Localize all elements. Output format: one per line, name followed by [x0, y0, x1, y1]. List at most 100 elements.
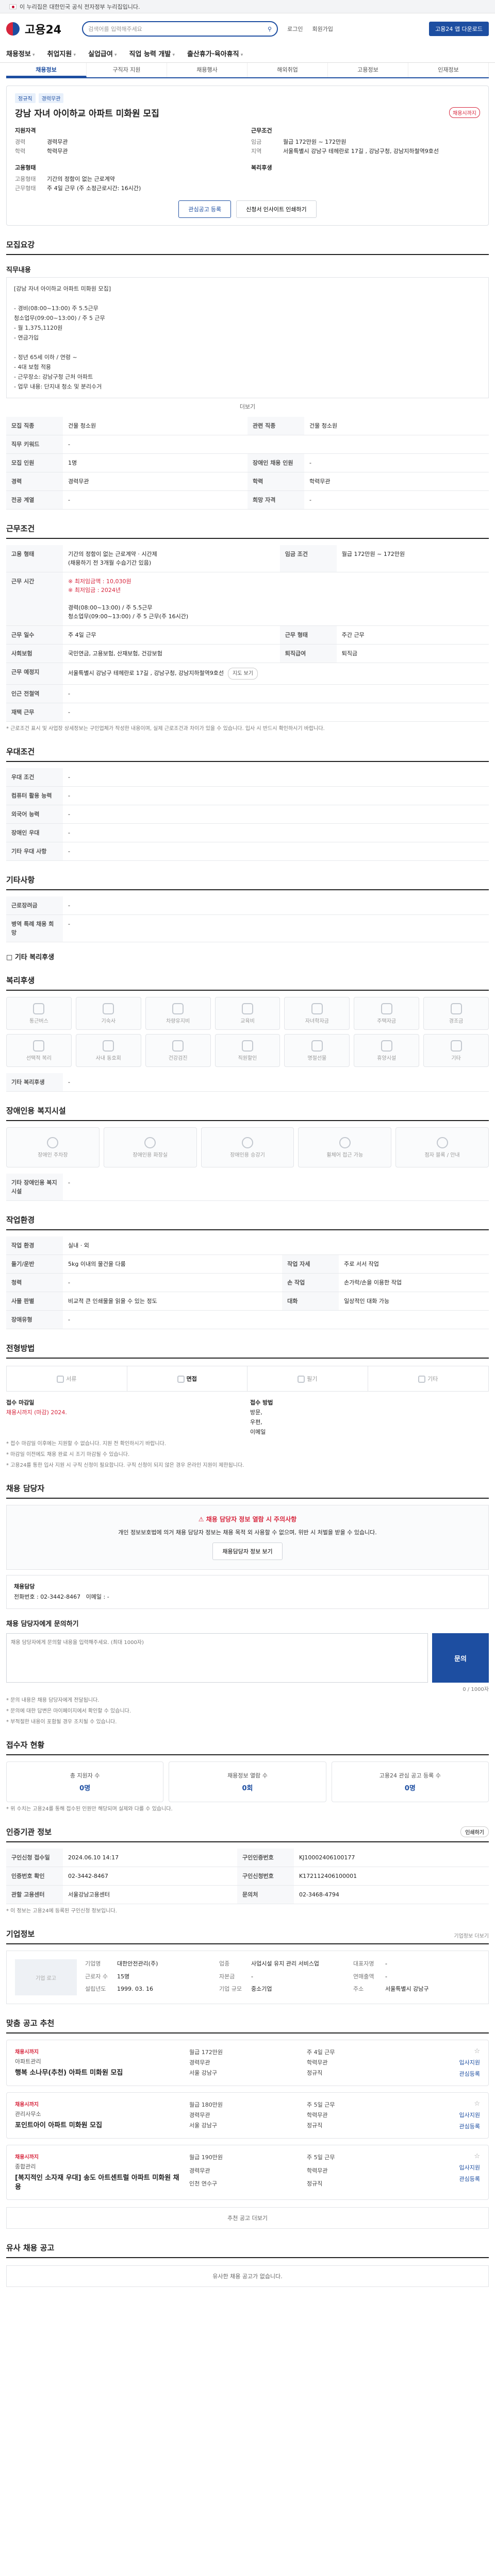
label: 병역 특례 채용 희망	[6, 914, 63, 942]
label: 근로장려금	[6, 896, 63, 915]
rec-apply-link[interactable]: 입사지원	[459, 2111, 480, 2119]
work-environment-table: 작업 환경 실내 · 외 들기/운반 5kg 이내의 물건을 다룸 작업 자세 주로 서…	[6, 1236, 489, 1329]
welfare-heading: 복리후생	[251, 164, 272, 171]
section-title: 모집요강	[6, 239, 489, 255]
remote-work: -	[63, 703, 489, 722]
label: 근무 시간	[6, 572, 63, 626]
value: 서울강남고용센터	[63, 1885, 237, 1904]
login-link[interactable]: 로그인	[287, 25, 303, 33]
subnav-item-talent[interactable]: 인재정보	[408, 63, 489, 77]
site-logo[interactable]: 고용24	[25, 21, 61, 37]
process-step: 면접	[127, 1366, 248, 1391]
star-icon[interactable]: ☆	[474, 2153, 480, 2160]
gnb-item-leave[interactable]: 출산휴가·육아휴직	[187, 48, 243, 58]
gnb-item-training[interactable]: 직업 능력 개발	[129, 48, 175, 58]
rec-title[interactable]: 행복 소나무(추천) 아파트 미화원 모집	[15, 2069, 180, 2078]
rec-tag: 채용시까지	[15, 2049, 39, 2055]
value: -	[304, 490, 489, 510]
section-title: 장애인용 복지시설	[6, 1105, 489, 1121]
search-icon[interactable]: ⚲	[268, 26, 272, 32]
step-label: 필기	[307, 1376, 318, 1382]
rec-info: 월급 190만원	[189, 2154, 223, 2161]
print-button[interactable]: 신청서 인사이트 인쇄하기	[236, 200, 317, 218]
stat-value: 0명	[79, 1785, 91, 1792]
retirement: 퇴직금	[336, 644, 489, 663]
rec-info: 월급 180만원	[189, 2102, 223, 2108]
social-insurance: 국민연금, 고용보험, 산재보험, 건강보험	[63, 644, 280, 663]
label: 모집 인원	[6, 453, 63, 472]
rec-apply-link[interactable]: 입사지원	[459, 2163, 480, 2172]
recommended-job[interactable]: 채용시까지 관리사무소 포인트아이 아파트 미화원 모집 월급 180만원 주 …	[6, 2092, 489, 2139]
welfare-grid: 통근버스 기숙사 차량유지비 교육비 자녀학자금 주택자금 경조금 선택적 복리…	[6, 997, 489, 1067]
stats-grid: 총 지원자 수 0명 채용정보 열람 수 0회 고용24 관심 공고 등록 수 0명	[6, 1761, 489, 1802]
rec-info: 학력무관	[307, 2167, 328, 2174]
book-icon	[241, 1003, 253, 1014]
label: 컴퓨터 활용 능력	[6, 786, 63, 805]
value: -	[63, 490, 248, 510]
value: -	[63, 768, 489, 787]
gnb-item-support[interactable]: 취업지원	[47, 48, 76, 58]
inquiry-note: * 문의에 대한 답변은 마이페이지에서 확인할 수 있습니다.	[6, 1708, 131, 1714]
label: 사회보험	[6, 644, 63, 663]
rec-info: 주 5일 근무	[307, 2154, 335, 2161]
etc-more-title: □ 기타 복리후생	[6, 954, 55, 961]
rec-interest-link[interactable]: 관심등록	[459, 2122, 480, 2130]
print-info-button[interactable]: 인쇄하기	[460, 1826, 489, 1837]
interest-button[interactable]: 관심공고 등록	[178, 200, 232, 218]
logo-icon[interactable]	[6, 22, 20, 36]
reveal-contact-button[interactable]: 채용담당자 정보 보기	[212, 1543, 283, 1560]
value: -	[63, 1273, 283, 1292]
gnb-item-jobs[interactable]: 채용정보	[6, 48, 35, 58]
value: 15명	[117, 1973, 130, 1980]
star-icon[interactable]: ☆	[474, 2100, 480, 2108]
job-summary-card: 정규직 경력무관 강남 자녀 아이하교 아파트 미화원 모집 채용시까지 지원자…	[6, 86, 489, 226]
inquiry-textarea[interactable]	[6, 1633, 428, 1683]
welfare-label: 건강검진	[168, 1055, 188, 1061]
house-icon	[381, 1003, 392, 1014]
preference-section: 우대조건 우대 조건 - 컴퓨터 활용 능력 - 외국어 능력 - 장애인 우대 - 기…	[6, 746, 489, 861]
inquiry-send-button[interactable]: 문의	[432, 1633, 489, 1683]
disability-section: 장애인용 복지시설 장애인 주차장 장애인용 화장실 장애인용 승강기 휠체어 …	[6, 1105, 489, 1201]
warning-text: 개인 정보보호법에 의거 채용 담당자 정보는 채용 목적 외 사용할 수 없으…	[118, 1529, 377, 1536]
company-more-link[interactable]: 기업정보 더보기	[454, 1931, 489, 1939]
rec-interest-link[interactable]: 관심등록	[459, 2070, 480, 2078]
map-button[interactable]: 지도 보기	[227, 668, 258, 680]
star-icon[interactable]: ☆	[474, 2047, 480, 2055]
rec-apply-link[interactable]: 입사지원	[459, 2058, 480, 2066]
subnav-item-overseas[interactable]: 해외취업	[248, 63, 328, 77]
value: 중소기업	[251, 1986, 272, 1993]
search-input[interactable]: 검색어를 입력해주세요 ⚲	[82, 21, 278, 37]
rec-title[interactable]: 포인트아이 아파트 미화원 모집	[15, 2121, 180, 2130]
recommended-job[interactable]: 채용시까지 아파트관리 행복 소나무(추천) 아파트 미화원 모집 월급 172…	[6, 2040, 489, 2086]
work-location: 서울특별시 강남구 테헤란로 17길 , 강남구청, 강남지하철역9호선	[68, 670, 224, 676]
elevator-icon	[241, 1137, 253, 1148]
label: 장애인 채용 인원	[248, 453, 304, 472]
subnav-item-info[interactable]: 고용정보	[328, 63, 408, 77]
label: 기업명	[85, 1960, 101, 1967]
recommended-section: 맞춤 공고 추천 채용시까지 아파트관리 행복 소나무(추천) 아파트 미화원 …	[6, 2018, 489, 2229]
school-icon	[311, 1003, 323, 1014]
join-link[interactable]: 회원가입	[312, 25, 333, 33]
gnb-item-benefit[interactable]: 실업급여	[88, 48, 117, 58]
rec-title[interactable]: [복지적인 소자재 우대] 송도 아트센트럴 아파트 미화원 채용	[15, 2174, 180, 2192]
app-download-button[interactable]: 고용24 앱 다운로드	[429, 22, 489, 36]
subnav-item-events[interactable]: 채용행사	[167, 63, 248, 77]
label: 장애인 우대	[6, 823, 63, 842]
job-badge: 정규직	[15, 93, 36, 103]
recommended-job[interactable]: 채용시까지 종합관리 [복지적인 소자재 우대] 송도 아트센트럴 아파트 미화…	[6, 2145, 489, 2200]
value: -	[63, 914, 489, 942]
more-link[interactable]: 더보기	[6, 402, 489, 411]
label: 구인신청번호	[237, 1867, 294, 1886]
stat-card: 채용정보 열람 수 0회	[169, 1761, 326, 1802]
value: 5kg 이내의 물건을 다룸	[63, 1255, 283, 1274]
bus-icon	[33, 1003, 45, 1014]
subnav-item-jobs[interactable]: 채용정보	[6, 63, 87, 77]
section-title: 채용 담당자	[6, 1483, 489, 1499]
subnav-item-support[interactable]: 구직자 지원	[87, 63, 167, 77]
rec-interest-link[interactable]: 관심등록	[459, 2175, 480, 2183]
welfare-section: 복리후생 통근버스 기숙사 차량유지비 교육비 자녀학자금 주택자금 경조금 선…	[6, 975, 489, 1092]
recommended-more-button[interactable]: 추천 공고 더보기	[6, 2207, 489, 2229]
process-step: 기타	[368, 1366, 489, 1391]
value: -	[63, 805, 489, 824]
employment-heading: 고용형태	[15, 164, 36, 171]
